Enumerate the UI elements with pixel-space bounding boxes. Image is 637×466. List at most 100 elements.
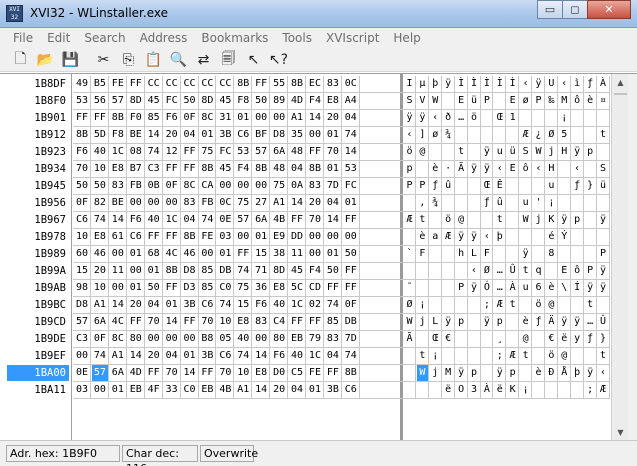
ascii-char-cell[interactable]: P <box>481 93 494 109</box>
ascii-char-cell[interactable]: ¡ <box>559 110 571 126</box>
hex-byte-cell[interactable]: 8B <box>253 161 271 177</box>
ascii-char-cell[interactable]: j <box>546 144 558 160</box>
hex-byte-cell[interactable]: 1C <box>289 297 307 313</box>
row-address[interactable]: 1B923 <box>7 144 69 160</box>
ascii-char-cell[interactable]: ô <box>572 93 584 109</box>
ascii-char-cell[interactable] <box>546 110 558 126</box>
ascii-char-cell[interactable]: p <box>404 161 416 177</box>
ascii-char-cell[interactable]: 6 <box>533 280 545 296</box>
ascii-char-cell[interactable]: ¡ <box>417 297 429 313</box>
hex-byte-cell[interactable]: 55 <box>271 76 289 92</box>
hex-byte-cell[interactable]: 00 <box>182 331 199 347</box>
hex-byte-cell[interactable]: 04 <box>325 348 342 364</box>
hex-byte-cell[interactable]: 85 <box>146 110 163 126</box>
ascii-char-cell[interactable] <box>430 382 442 398</box>
ascii-char-cell[interactable] <box>443 348 455 364</box>
ascii-char-cell[interactable] <box>572 297 584 313</box>
ascii-char-cell[interactable]: À <box>481 382 494 398</box>
hex-byte-cell[interactable]: 46 <box>182 246 199 262</box>
hex-byte-cell[interactable]: B5 <box>92 76 109 92</box>
hex-byte-cell[interactable]: 48 <box>289 144 307 160</box>
hex-byte-cell[interactable]: FF <box>146 365 163 381</box>
ascii-char-cell[interactable]: û <box>494 195 507 211</box>
ascii-char-cell[interactable]: a <box>430 229 442 245</box>
ascii-char-cell[interactable]: W <box>533 144 545 160</box>
ascii-char-cell[interactable]: ÿ <box>572 144 584 160</box>
ascii-char-cell[interactable]: é <box>546 229 558 245</box>
hex-byte-cell[interactable]: F6 <box>271 348 289 364</box>
ascii-char-cell[interactable] <box>443 144 455 160</box>
ascii-char-cell[interactable] <box>507 212 520 228</box>
hex-byte-cell[interactable]: 00 <box>307 246 324 262</box>
hex-byte-cell[interactable]: E8 <box>325 93 342 109</box>
ascii-char-cell[interactable] <box>469 314 481 330</box>
hex-byte-cell[interactable]: FE <box>307 365 324 381</box>
hex-byte-cell[interactable]: 15 <box>74 263 91 279</box>
hex-byte-cell[interactable]: 01 <box>128 246 145 262</box>
hex-byte-cell[interactable]: 00 <box>146 331 163 347</box>
hex-byte-cell[interactable]: 00 <box>235 178 253 194</box>
ascii-char-cell[interactable]: ‹ <box>469 263 481 279</box>
ascii-char-cell[interactable]: ö <box>469 110 481 126</box>
hex-byte-cell[interactable]: 74 <box>343 127 360 143</box>
hex-byte-cell[interactable]: 00 <box>235 229 253 245</box>
ascii-char-cell[interactable]: q <box>533 263 545 279</box>
hex-byte-cell[interactable]: 8B <box>182 229 199 245</box>
ascii-char-cell[interactable]: } <box>585 178 597 194</box>
ascii-char-cell[interactable] <box>507 331 520 347</box>
ascii-char-cell[interactable]: µ <box>417 76 429 92</box>
ascii-char-cell[interactable] <box>443 246 455 262</box>
hex-byte-cell[interactable]: 10 <box>235 365 253 381</box>
ascii-char-cell[interactable] <box>572 195 584 211</box>
ascii-char-cell[interactable]: W <box>404 314 416 330</box>
ascii-char-cell[interactable]: Ø <box>546 127 558 143</box>
ascii-char-cell[interactable] <box>404 195 416 211</box>
hex-byte-cell[interactable]: F6 <box>128 212 145 228</box>
hex-byte-cell[interactable]: 74 <box>325 297 342 313</box>
hex-byte-cell[interactable]: 15 <box>235 297 253 313</box>
ascii-char-cell[interactable]: u <box>520 195 533 211</box>
hex-byte-cell[interactable]: 74 <box>92 348 109 364</box>
ascii-char-cell[interactable] <box>469 348 481 364</box>
ascii-char-cell[interactable]: ƒ <box>481 195 494 211</box>
hex-byte-cell[interactable]: D8 <box>182 263 199 279</box>
row-address[interactable]: 1B967 <box>7 212 69 228</box>
hex-byte-cell[interactable]: EB <box>199 382 217 398</box>
ascii-char-cell[interactable]: u <box>546 178 558 194</box>
hex-byte-cell[interactable]: C5 <box>289 365 307 381</box>
hex-byte-cell[interactable]: A4 <box>343 93 360 109</box>
ascii-char-cell[interactable]: ø <box>430 127 442 143</box>
hex-byte-cell[interactable]: F6 <box>164 110 181 126</box>
ascii-char-cell[interactable]: ¾ <box>430 195 442 211</box>
hex-byte-cell[interactable]: 71 <box>253 263 271 279</box>
ascii-char-cell[interactable] <box>456 263 468 279</box>
ascii-char-cell[interactable]: ‹ <box>533 161 545 177</box>
ascii-char-cell[interactable] <box>417 263 429 279</box>
ascii-char-cell[interactable] <box>585 212 597 228</box>
ascii-char-cell[interactable]: Æ <box>494 297 507 313</box>
ascii-char-cell[interactable] <box>520 229 533 245</box>
ascii-char-cell[interactable]: û <box>443 178 455 194</box>
hex-byte-cell[interactable]: 45 <box>146 93 163 109</box>
scroll-up-arrow-icon[interactable]: ▲ <box>612 74 629 91</box>
hex-byte-cell[interactable]: 57 <box>91 365 109 381</box>
ascii-char-cell[interactable]: ÿ <box>469 280 481 296</box>
hex-byte-cell[interactable]: FF <box>74 110 91 126</box>
ascii-char-cell[interactable]: @ <box>456 212 468 228</box>
ascii-char-cell[interactable] <box>430 263 442 279</box>
row-address[interactable]: 1B9BC <box>7 297 69 313</box>
hex-byte-cell[interactable]: 83 <box>110 178 127 194</box>
hex-byte-cell[interactable]: 0C <box>343 76 360 92</box>
hex-byte-cell[interactable]: C0 <box>182 382 199 398</box>
hex-byte-cell[interactable]: FF <box>182 161 199 177</box>
hex-byte-cell[interactable]: F4 <box>307 263 324 279</box>
hex-byte-cell[interactable]: FF <box>182 144 199 160</box>
hex-byte-cell[interactable]: 80 <box>271 331 289 347</box>
hex-byte-cell[interactable]: 00 <box>325 229 342 245</box>
hex-byte-cell[interactable]: 50 <box>343 246 360 262</box>
hex-byte-cell[interactable]: 20 <box>146 348 163 364</box>
ascii-char-cell[interactable] <box>585 229 597 245</box>
menu-edit[interactable]: Edit <box>40 31 77 45</box>
ascii-char-cell[interactable] <box>598 110 610 126</box>
hex-byte-cell[interactable]: 01 <box>146 263 163 279</box>
